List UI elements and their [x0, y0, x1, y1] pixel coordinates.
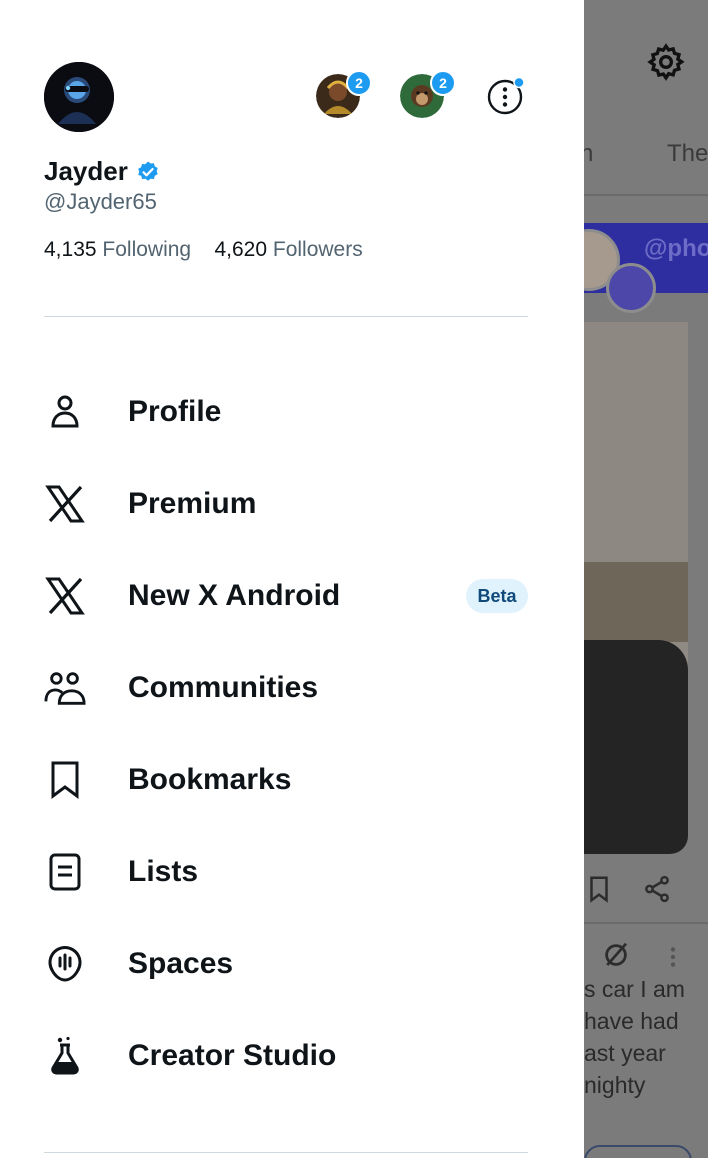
spaces-banner[interactable]: @pho — [558, 223, 708, 313]
post-text-line: ast year — [584, 1040, 666, 1066]
lists-icon — [49, 853, 81, 891]
followers-link[interactable]: 4,620 Followers — [214, 238, 362, 261]
more-vertical-icon[interactable] — [660, 942, 686, 972]
menu-item-label: New X Android — [128, 579, 341, 612]
bookmark-icon[interactable] — [584, 874, 614, 904]
following-label: Following — [102, 238, 192, 261]
menu-item-label: Creator Studio — [128, 1039, 337, 1072]
menu-item-label: Communities — [128, 671, 319, 704]
divider — [44, 1152, 528, 1153]
menu-item-bookmarks[interactable]: Bookmarks — [44, 749, 528, 811]
post-image[interactable] — [584, 322, 688, 854]
communities-icon — [44, 672, 86, 705]
share-icon[interactable] — [642, 874, 672, 904]
avatar[interactable] — [44, 62, 114, 132]
user-handle: @Jayder65 — [44, 189, 157, 214]
avatar-image — [44, 62, 114, 132]
menu-item-spaces[interactable]: Spaces — [44, 933, 528, 995]
more-accounts-icon[interactable] — [486, 77, 524, 115]
switch-account-2[interactable]: 2 — [400, 70, 456, 118]
post-divider — [584, 922, 708, 924]
followers-label: Followers — [272, 238, 363, 261]
navigation-drawer: 2 2 Jayder @Jayder65 4,135 Following 4,6… — [0, 0, 584, 1158]
x-logo-icon — [45, 577, 85, 615]
beta-badge: Beta — [466, 579, 528, 613]
menu-item-creator-studio[interactable]: Creator Studio — [44, 1025, 528, 1087]
tab-divider — [584, 194, 708, 196]
follow-stats: 4,135 Following 4,620 Followers — [44, 238, 363, 262]
settings-gear-icon[interactable] — [646, 42, 686, 82]
photo-subject — [584, 640, 688, 854]
menu-item-profile[interactable]: Profile — [44, 381, 528, 443]
post-text-line: s car I am — [584, 976, 685, 1002]
menu-item-lists[interactable]: Lists — [44, 841, 528, 903]
followers-count: 4,620 — [214, 238, 268, 261]
verified-badge-icon — [138, 161, 158, 181]
profile-name-row[interactable]: Jayder — [44, 156, 160, 187]
banner-avatar-secondary — [606, 263, 656, 313]
post-text-line: have had — [584, 1008, 679, 1034]
grok-icon[interactable] — [601, 940, 631, 970]
post-card-partial[interactable] — [584, 1145, 692, 1158]
menu-item-label: Premium — [128, 487, 257, 520]
menu-item-label: Bookmarks — [128, 763, 292, 796]
following-link[interactable]: 4,135 Following — [44, 238, 191, 261]
menu-item-premium[interactable]: Premium — [44, 473, 528, 535]
notification-badge: 2 — [346, 70, 372, 96]
banner-handle: @pho — [644, 235, 708, 262]
x-logo-icon — [45, 485, 85, 523]
following-count: 4,135 — [44, 238, 97, 261]
post-text-line: nighty — [584, 1072, 646, 1098]
person-icon — [51, 395, 79, 428]
menu-item-communities[interactable]: Communities — [44, 657, 528, 719]
flask-icon — [51, 1036, 79, 1075]
switch-account-1[interactable]: 2 — [316, 70, 372, 118]
display-name: Jayder — [44, 156, 128, 186]
menu-item-label: Lists — [128, 855, 199, 888]
menu-item-label: Spaces — [128, 947, 234, 980]
divider — [44, 316, 528, 317]
photo-wall — [584, 322, 688, 562]
menu-item-label: Profile — [128, 395, 222, 428]
tab-partial-right[interactable]: The — [667, 140, 708, 168]
notification-badge: 2 — [430, 70, 456, 96]
spaces-icon — [48, 946, 82, 982]
bookmark-icon — [51, 761, 79, 799]
menu-item-new-x-android[interactable]: New X Android Beta — [44, 565, 528, 627]
photo-wall-lower — [584, 562, 688, 642]
